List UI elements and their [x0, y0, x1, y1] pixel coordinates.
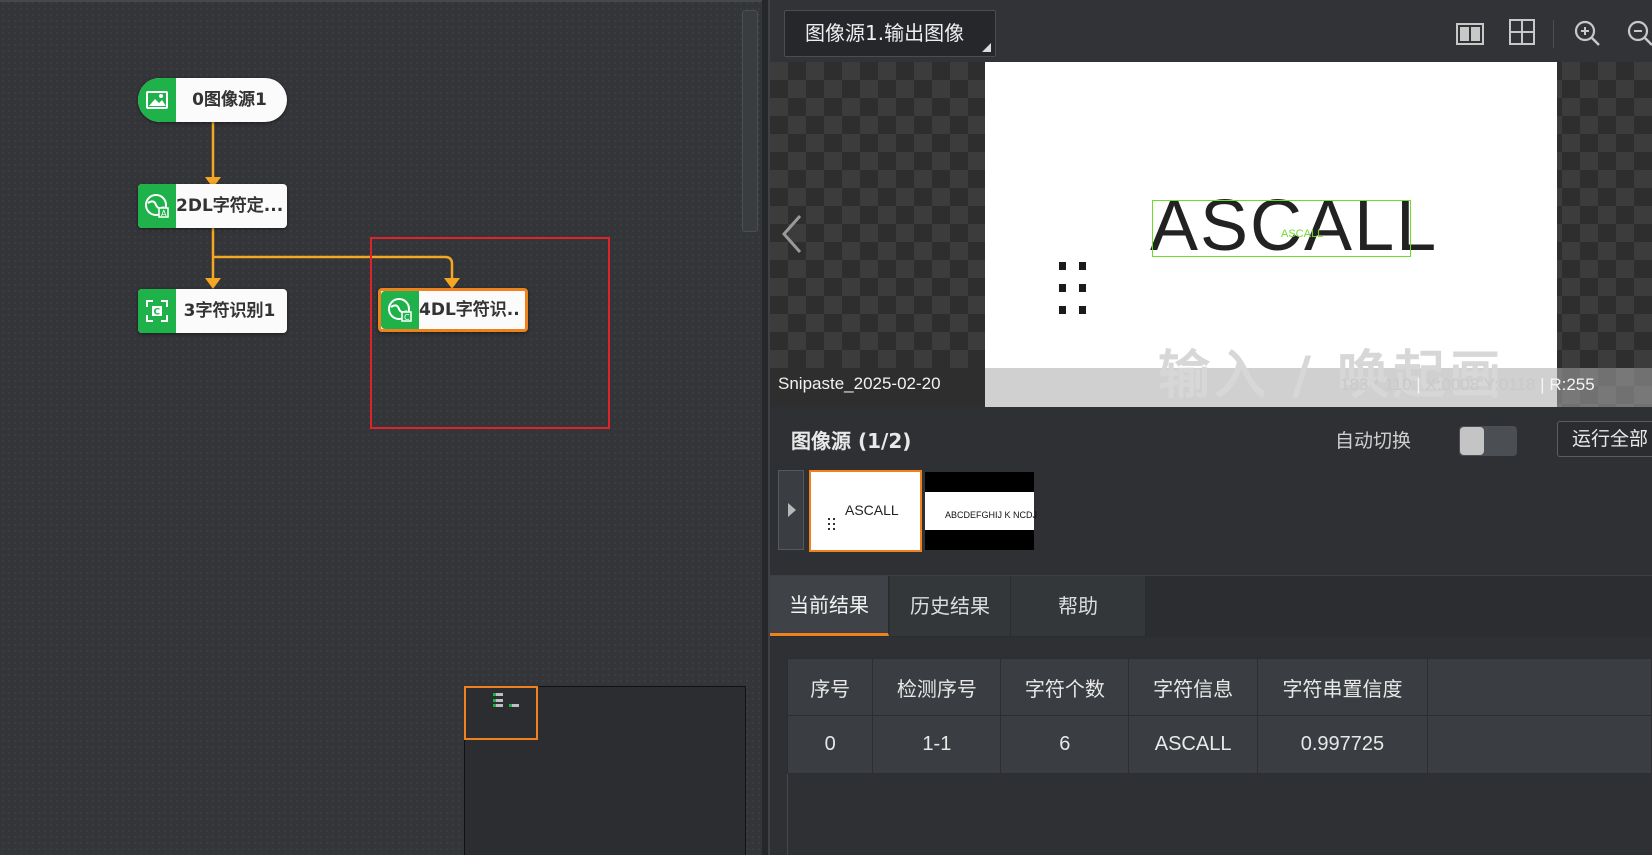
image-filename: Snipaste_2025-02-20: [778, 374, 941, 393]
result-table: 序号 检测序号 字符个数 字符信息 字符串置信度 0 1-1 6 ASCALL …: [786, 658, 1652, 774]
cell-empty: [1427, 715, 1652, 774]
table-row[interactable]: 0 1-1 6 ASCALL 0.997725: [786, 715, 1652, 774]
drag-handle-dots-icon: [1059, 262, 1086, 314]
toggle-knob[interactable]: [1460, 427, 1484, 455]
flow-node-image-source[interactable]: 0图像源1: [138, 78, 287, 122]
table-empty-area: [787, 773, 1652, 855]
svg-text:C: C: [154, 308, 161, 318]
cursor-y: Y:0118: [1483, 375, 1536, 394]
zoom-out-icon[interactable]: [1624, 17, 1652, 49]
separator: |: [1416, 375, 1421, 394]
col-header[interactable]: 序号: [786, 658, 874, 716]
minimap-viewport[interactable]: [464, 686, 538, 740]
col-header[interactable]: 字符串置信度: [1256, 658, 1429, 716]
dl-locate-icon: A: [138, 184, 176, 228]
cell-index: 0: [786, 715, 874, 774]
pixel-info: 183 * 110 | X:0008 Y:0118 | R:255: [1340, 375, 1595, 395]
prev-image-arrow-icon[interactable]: [780, 212, 804, 256]
layout-grid-icon[interactable]: [1506, 16, 1538, 48]
play-icon: [788, 503, 796, 517]
node-label: 3字符识别1: [183, 301, 276, 321]
thumbnail-text: ASCALL: [845, 502, 899, 518]
col-header-empty: [1427, 658, 1652, 716]
dropdown-corner-icon: [982, 43, 991, 52]
arrow-head: [205, 278, 221, 289]
thumbnail-text: ABCDEFGHIJ K NCDJ: [945, 510, 1038, 520]
tab-history-result[interactable]: 历史结果: [890, 576, 1011, 636]
col-header[interactable]: 检测序号: [872, 658, 1002, 716]
layout-split-icon[interactable]: [1454, 18, 1486, 50]
image-icon: [138, 78, 176, 122]
thumbnail-expand[interactable]: [778, 470, 804, 550]
flow-node-char-recognition[interactable]: C 3字符识别1: [138, 289, 287, 333]
cell-char-count: 6: [1000, 715, 1130, 774]
tab-help[interactable]: 帮助: [1011, 576, 1146, 636]
cursor-x: X:0008: [1425, 375, 1480, 394]
auto-switch-label: 自动切换: [1335, 430, 1412, 452]
toolbar-separator: [1553, 20, 1554, 48]
col-header[interactable]: 字符个数: [1000, 658, 1130, 716]
drag-handle-dots-icon: [828, 518, 835, 530]
node-label: 2DL字符定...: [176, 196, 283, 216]
ocr-icon: C: [138, 289, 176, 333]
cell-confidence: 0.997725: [1256, 715, 1429, 774]
thumbnail-2[interactable]: ABCDEFGHIJ K NCDJ: [925, 472, 1038, 550]
flow-node-dl-char-locate[interactable]: A 2DL字符定...: [138, 184, 287, 228]
image-source-select-value: 图像源1.输出图像: [805, 21, 965, 45]
thumbnail-1[interactable]: ASCALL: [809, 470, 922, 552]
detection-label: ASCALL: [1281, 228, 1324, 240]
svg-text:A: A: [161, 209, 167, 218]
image-source-title: 图像源 (1/2): [791, 429, 912, 453]
cell-char-info: ASCALL: [1128, 715, 1258, 774]
table-header-row: 序号 检测序号 字符个数 字符信息 字符串置信度: [786, 658, 1652, 716]
zoom-in-icon[interactable]: [1571, 17, 1603, 49]
run-all-button[interactable]: 运行全部: [1557, 421, 1652, 457]
highlight-box: [370, 237, 610, 429]
tab-current-result[interactable]: 当前结果: [770, 576, 889, 636]
image-size: 183 * 110: [1340, 375, 1412, 394]
node-label: 0图像源1: [192, 90, 267, 110]
cell-detect-index: 1-1: [872, 715, 1002, 774]
separator: |: [1540, 375, 1545, 394]
pixel-r: R:255: [1549, 375, 1595, 394]
col-header[interactable]: 字符信息: [1128, 658, 1258, 716]
image-source-select[interactable]: 图像源1.输出图像: [784, 10, 996, 57]
